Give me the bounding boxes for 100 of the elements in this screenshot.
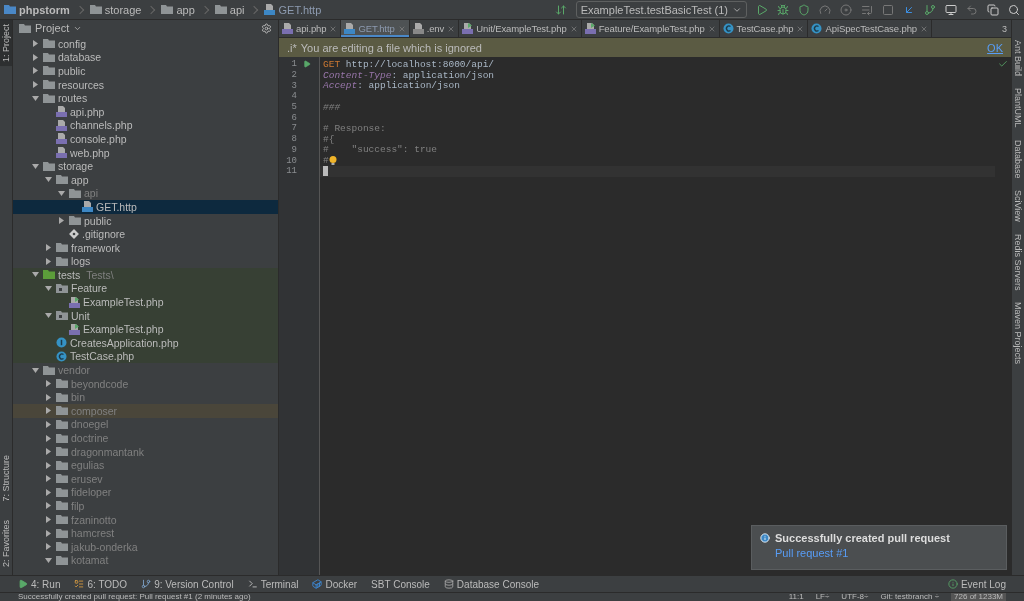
tool-window-button[interactable]: Terminal bbox=[247, 578, 299, 590]
collapse-arrow-icon[interactable] bbox=[31, 366, 39, 374]
tool-window-button[interactable]: 9: Version Control bbox=[141, 578, 234, 590]
file-icon bbox=[282, 23, 293, 34]
folder-icon bbox=[56, 392, 68, 402]
tool-window-tab[interactable]: 1: Project bbox=[0, 20, 12, 67]
tree-item[interactable]: public bbox=[13, 213, 278, 228]
breadcrumb-item[interactable]: api bbox=[214, 3, 245, 16]
tree-item[interactable]: public bbox=[13, 64, 278, 78]
expand-arrow-icon[interactable] bbox=[57, 217, 65, 224]
tree-item[interactable]: api.php bbox=[13, 104, 278, 119]
branch-icon[interactable] bbox=[924, 3, 936, 16]
tree-item[interactable]: ExampleTest.php bbox=[13, 295, 278, 309]
class-icon bbox=[56, 350, 67, 362]
tree-item[interactable]: logs bbox=[13, 254, 278, 269]
list-icon[interactable] bbox=[861, 3, 873, 16]
breadcrumb-item[interactable]: GET.http bbox=[264, 3, 322, 16]
tree-item[interactable]: web.php bbox=[13, 145, 278, 160]
line-number: 4 bbox=[290, 91, 297, 102]
collapse-arrow-icon[interactable] bbox=[44, 556, 52, 564]
tree-item[interactable]: Unit bbox=[13, 308, 278, 323]
folder-icon bbox=[56, 474, 68, 484]
folder-icon bbox=[56, 379, 68, 389]
class-icon bbox=[722, 23, 734, 34]
file-icon bbox=[82, 201, 93, 213]
collapse-arrow-icon[interactable] bbox=[44, 312, 52, 320]
code-text: Content-Type bbox=[323, 69, 392, 81]
line-number: 10 bbox=[285, 155, 297, 166]
tree-item[interactable]: routes bbox=[13, 91, 278, 105]
line-number: 8 bbox=[290, 134, 297, 145]
line-number: 6 bbox=[290, 112, 297, 123]
tree-item[interactable]: config bbox=[13, 37, 278, 51]
status-item[interactable]: Git: testbranch ÷ bbox=[880, 593, 940, 601]
collapse-arrow-icon[interactable] bbox=[31, 94, 39, 102]
folder-icon bbox=[56, 542, 68, 552]
panel-title[interactable]: Project bbox=[35, 22, 70, 34]
tree-item[interactable]: Feature bbox=[13, 281, 278, 296]
stop-icon[interactable] bbox=[882, 3, 894, 16]
run-icon[interactable] bbox=[756, 3, 768, 16]
monitor-icon[interactable] bbox=[945, 3, 957, 16]
editor-tab[interactable]: Unit/ExampleTest.php bbox=[459, 20, 582, 37]
tree-item[interactable]: console.php bbox=[13, 132, 278, 146]
settings-icon[interactable] bbox=[261, 22, 272, 34]
tree-item[interactable]: database bbox=[13, 50, 278, 65]
test-file-icon bbox=[462, 23, 474, 34]
event-log-button[interactable]: Event Log bbox=[947, 578, 1006, 590]
folder-icon bbox=[69, 188, 81, 198]
tree-item[interactable]: tests Tests\ bbox=[13, 268, 278, 282]
tool-window-tab[interactable]: Redis Servers bbox=[1012, 233, 1024, 291]
tool-window-tab[interactable]: SciView bbox=[1012, 190, 1024, 222]
tree-item[interactable]: storage bbox=[13, 159, 278, 173]
tool-window-tab[interactable]: 2: Favorites bbox=[0, 515, 12, 571]
folder-icon bbox=[43, 39, 55, 49]
debug-icon[interactable] bbox=[777, 3, 789, 16]
tree-item[interactable]: channels.php bbox=[13, 118, 278, 133]
status-item[interactable]: 11:1 bbox=[788, 593, 804, 601]
folder-icon bbox=[43, 52, 55, 62]
tree-item[interactable]: GET.http bbox=[13, 200, 278, 214]
tool-window-tab[interactable]: Maven Projects bbox=[1012, 302, 1024, 365]
run-configuration-dropdown[interactable]: ExampleTest.testBasicTest (1) bbox=[575, 1, 747, 18]
tool-window-tab[interactable]: Database bbox=[1012, 139, 1024, 179]
editor-tab[interactable]: api.php bbox=[279, 20, 342, 37]
status-item[interactable]: LF÷ bbox=[815, 593, 830, 601]
memory-indicator[interactable]: 726 of 1233M bbox=[951, 593, 1006, 601]
tool-window-tab[interactable]: Ant Build bbox=[1012, 40, 1024, 77]
search-icon[interactable] bbox=[1008, 3, 1020, 16]
tool-window-tab[interactable]: PlantUML bbox=[1012, 88, 1024, 128]
git-icon bbox=[69, 229, 79, 240]
pull-request-link[interactable]: Pull request #1 bbox=[760, 547, 998, 559]
lightbulb-icon[interactable] bbox=[328, 156, 337, 166]
tool-window-button[interactable]: 4: Run bbox=[18, 578, 61, 590]
tool-window-tab[interactable]: 7: Structure bbox=[0, 451, 12, 506]
breadcrumb-item[interactable]: storage bbox=[89, 3, 142, 16]
run-request-icon[interactable] bbox=[303, 60, 311, 69]
tree-item[interactable]: ExampleTest.php bbox=[13, 322, 278, 337]
tool-window-button[interactable]: 6: TODO bbox=[74, 578, 128, 590]
folder-icon bbox=[56, 555, 68, 565]
breadcrumb-item[interactable]: phpstorm bbox=[4, 3, 70, 16]
breadcrumb-item[interactable]: app bbox=[161, 3, 195, 16]
folder-icon bbox=[4, 5, 16, 14]
folder-icon bbox=[43, 80, 55, 90]
folder-icon bbox=[56, 243, 68, 253]
tree-item[interactable]: .gitignore bbox=[13, 227, 278, 241]
undo-icon[interactable] bbox=[966, 3, 978, 16]
status-item[interactable]: UTF-8÷ bbox=[841, 593, 869, 601]
tabs-overflow-count[interactable]: 3 bbox=[998, 20, 1011, 37]
folder-icon bbox=[56, 447, 68, 457]
tree-item[interactable]: resources bbox=[13, 77, 278, 92]
tree-item[interactable]: TestCase.php bbox=[13, 349, 278, 364]
tool-window-button[interactable]: Database Console bbox=[443, 578, 540, 590]
editor-tab[interactable]: ApiSpecTestCase.php bbox=[808, 20, 933, 37]
package-folder-icon bbox=[56, 311, 68, 321]
tree-item[interactable]: CreatesApplication.php bbox=[13, 336, 278, 350]
tree-item[interactable]: framework bbox=[13, 240, 278, 255]
tool-window-button[interactable]: SBT Console bbox=[371, 578, 430, 590]
file-icon bbox=[56, 133, 67, 145]
tree-item[interactable]: app bbox=[13, 172, 278, 187]
status-message: Successfully created pull request: Pull request #1 (2 minutes ago) bbox=[18, 593, 251, 601]
sort-icon[interactable] bbox=[554, 3, 567, 16]
tool-window-button[interactable]: Docker bbox=[312, 578, 358, 590]
